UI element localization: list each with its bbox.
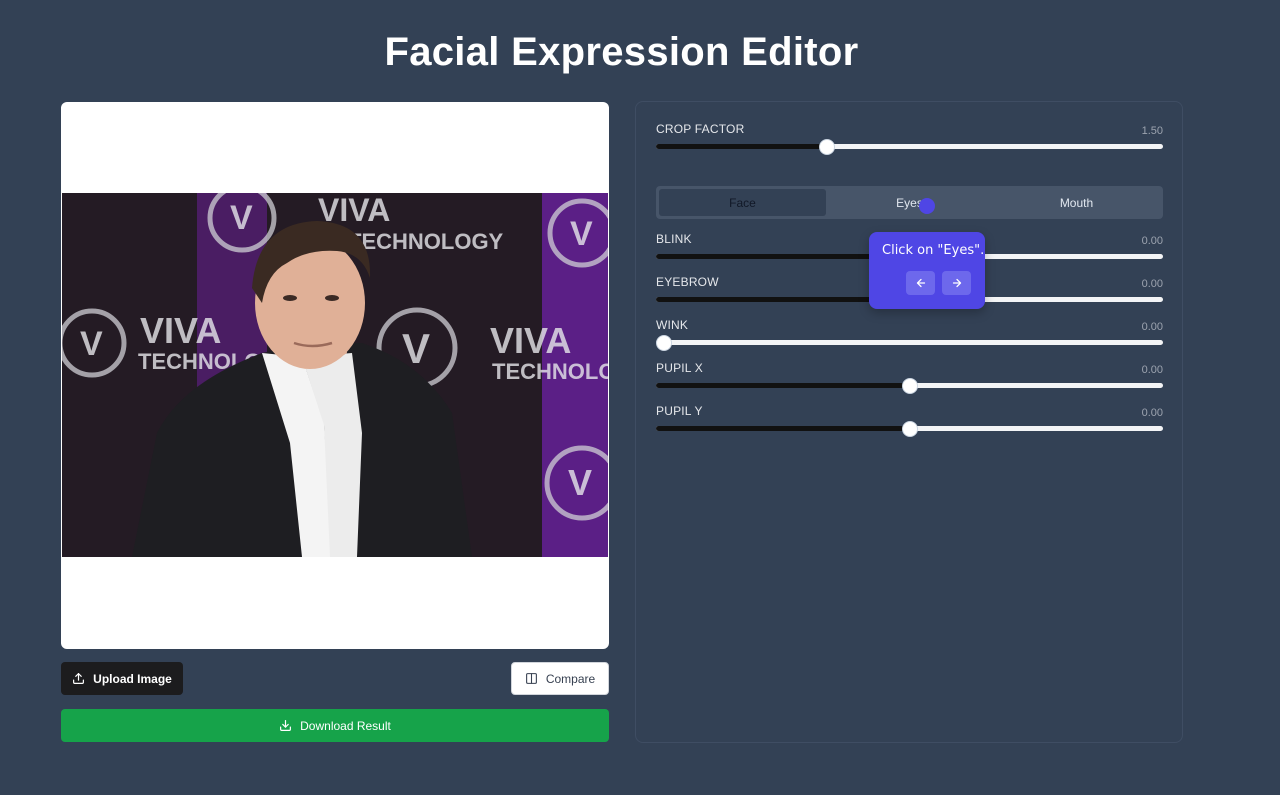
arrow-right-icon [952, 278, 961, 288]
upload-image-button[interactable]: Upload Image [61, 662, 183, 695]
download-result-label: Download Result [300, 718, 391, 733]
banner-text: VIVA [490, 320, 571, 361]
slider-thumb[interactable] [902, 378, 918, 394]
banner-text: TECHNOLOGY [348, 229, 504, 254]
slider-track[interactable] [656, 378, 1163, 394]
download-icon [280, 720, 292, 731]
slider-label: PUPIL Y [656, 404, 703, 418]
compare-icon [525, 673, 537, 684]
slider-value: 0.00 [1141, 321, 1163, 333]
slider-fill [656, 383, 910, 388]
page-title: Facial Expression Editor [384, 30, 859, 74]
crop-factor-value: 1.50 [1141, 125, 1163, 137]
slider-track[interactable] [656, 421, 1163, 437]
download-result-button[interactable]: Download Result [61, 709, 609, 742]
slider-thumb[interactable] [902, 421, 918, 437]
logo-letter: V [80, 325, 103, 363]
slider-thumb[interactable] [656, 335, 672, 351]
tooltip-text: Click on "Eyes". [882, 243, 985, 258]
logo-letter: V [570, 215, 593, 253]
slider-label: WINK [656, 318, 689, 332]
crop-factor-thumb[interactable] [819, 139, 835, 155]
slider-value: 0.00 [1141, 407, 1163, 419]
upload-icon [73, 673, 85, 684]
slider-value: 0.00 [1141, 364, 1163, 376]
tooltip-nav [906, 271, 971, 295]
tooltip-next-button[interactable] [942, 271, 971, 295]
compare-button[interactable]: Compare [511, 662, 609, 695]
tooltip-prev-button[interactable] [906, 271, 935, 295]
tab-face[interactable]: Face [659, 189, 826, 216]
compare-label: Compare [545, 671, 596, 686]
banner-text: TECHNOLOGY [492, 359, 608, 384]
crop-factor-fill [656, 144, 827, 149]
crop-factor-label: CROP FACTOR [656, 122, 745, 136]
portrait-photo: V V V V V VIVA VIVA VIVA TECHNOLOGY TECH… [62, 193, 608, 557]
guide-tooltip: Click on "Eyes". [869, 232, 985, 309]
banner-text: VIVA [140, 310, 221, 351]
crop-factor-track[interactable] [656, 139, 1163, 155]
expression-tabs: Face Eyes Mouth [656, 186, 1163, 219]
logo-letter: V [568, 462, 592, 503]
controls-panel: CROP FACTOR 1.50 Face Eyes Mouth BLINK 0… [635, 101, 1183, 743]
slider-fill [656, 426, 910, 431]
slider-label: PUPIL X [656, 361, 703, 375]
slider-label: BLINK [656, 232, 692, 246]
logo-letter: V [230, 199, 253, 237]
tab-eyes[interactable]: Eyes [826, 189, 993, 216]
slider-value: 0.00 [1141, 278, 1163, 290]
upload-image-label: Upload Image [93, 671, 172, 686]
image-preview: V V V V V VIVA VIVA VIVA TECHNOLOGY TECH… [61, 102, 609, 649]
guide-cursor-dot [919, 198, 935, 214]
tab-mouth[interactable]: Mouth [993, 189, 1160, 216]
slider-label: EYEBROW [656, 275, 719, 289]
arrow-left-icon [916, 278, 925, 288]
slider-track[interactable] [656, 335, 1163, 351]
slider-value: 0.00 [1141, 235, 1163, 247]
